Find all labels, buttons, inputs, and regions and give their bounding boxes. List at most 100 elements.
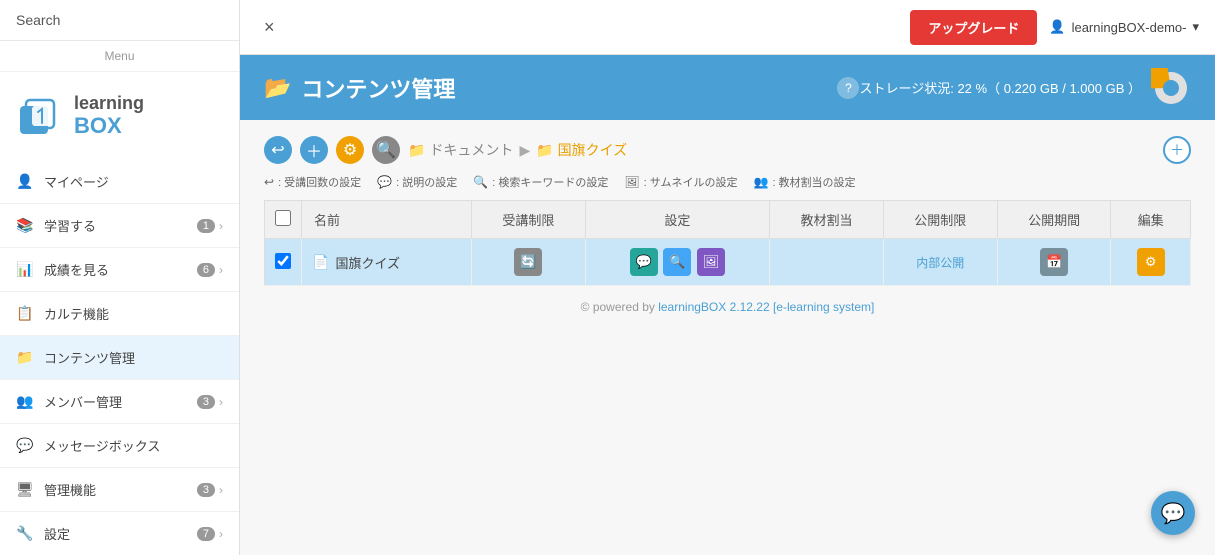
sidebar: Search Menu learning BOX 👤 マイページ 📚 学習する … [0,0,240,555]
sidebar-item-study[interactable]: 📚 学習する 1 › [0,204,239,248]
upgrade-button[interactable]: アップグレード [910,10,1037,45]
row-edit-cell: ⚙ [1111,239,1191,286]
search-button[interactable]: 🔍 [372,136,400,164]
logo-icon [16,92,64,140]
row-restriction-cell: 🔄 [471,239,585,286]
storage-chart [1151,68,1191,108]
help-icon[interactable]: ? [837,77,859,99]
assignment-col-header: 教材割当 [770,201,884,239]
sidebar-item-content[interactable]: 📁 コンテンツ管理 [0,336,239,380]
user-icon: 👤 [1049,19,1065,35]
add-circle-button[interactable]: ＋ [1163,136,1191,164]
gear-button[interactable]: ⚙ [336,136,364,164]
back-button[interactable]: ↩ [264,136,292,164]
chevron-right-icon: › [219,219,223,233]
sidebar-item-admin[interactable]: 🖥 管理機能 3 › [0,468,239,512]
keyword-icon: 🔍 [473,175,488,189]
period-button[interactable]: 📅 [1040,248,1068,276]
legend-enrollment-label: : 受講回数の設定 [278,174,361,190]
toolbar-right: ＋ [1163,136,1191,164]
checkbox-col-header [265,201,302,239]
description-setting-button[interactable]: 💬 [630,248,658,276]
select-all-checkbox[interactable] [275,210,291,226]
karute-icon: 📋 [16,305,36,322]
sidebar-menu-label: Menu [0,41,239,72]
nav-label-my-page: マイページ [44,172,223,191]
file-name: 📄 国旗クイズ [312,253,461,272]
assignment-icon: 👥 [753,175,768,189]
period-col-header: 公開期間 [997,201,1111,239]
add-button[interactable]: ＋ [300,136,328,164]
nav-label-members: メンバー管理 [44,392,197,411]
legend-assignment-label: : 教材割当の設定 [772,174,855,190]
sidebar-item-my-page[interactable]: 👤 マイページ [0,160,239,204]
public-restriction-col-header: 公開制限 [883,201,997,239]
nav-label-admin: 管理機能 [44,480,197,499]
chat-button[interactable]: 💬 [1151,491,1195,535]
user-info: 👤 learningBOX-demo- ▾ [1049,19,1199,35]
edit-col-header: 編集 [1111,201,1191,239]
keyword-setting-button[interactable]: 🔍 [663,248,691,276]
file-doc-icon: 📄 [312,254,329,271]
admin-badge: 3 [197,483,215,497]
toolbar: ↩ ＋ ⚙ 🔍 📁 ドキュメント ▶ 📁 国旗クイズ ＋ [264,136,1191,164]
content-area: ↩ ＋ ⚙ 🔍 📁 ドキュメント ▶ 📁 国旗クイズ ＋ [240,120,1215,555]
footer-text: © powered by [581,300,659,314]
sidebar-item-results[interactable]: 📊 成績を見る 6 › [0,248,239,292]
breadcrumb-current-label: 国旗クイズ [558,140,628,160]
sidebar-item-members[interactable]: 👥 メンバー管理 3 › [0,380,239,424]
nav-label-results: 成績を見る [44,260,197,279]
chevron-right-icon: › [219,395,223,409]
sidebar-nav: 👤 マイページ 📚 学習する 1 › 📊 成績を見る 6 › 📋 カルテ機能 📁… [0,160,239,555]
name-col-header: 名前 [302,201,472,239]
main-content: × アップグレード 👤 learningBOX-demo- ▾ 📂 コンテンツ管… [240,0,1215,555]
nav-label-content: コンテンツ管理 [44,348,223,367]
footer: © powered by learningBOX 2.12.22 [e-lear… [264,286,1191,328]
current-folder-icon: 📁 [536,142,553,159]
breadcrumb-current[interactable]: 📁 国旗クイズ [536,140,627,160]
sidebar-item-karute[interactable]: 📋 カルテ機能 [0,292,239,336]
thumbnail-icon: 🖼 [624,175,639,189]
restriction-col-header: 受講制限 [471,201,585,239]
sidebar-item-messages[interactable]: 💬 メッセージボックス [0,424,239,468]
folder-icon: 📁 [16,349,36,366]
edit-button[interactable]: ⚙ [1137,248,1165,276]
row-checkbox[interactable] [275,253,291,269]
table-header-row: 名前 受講制限 設定 教材割当 公開制限 公開期間 編集 [265,201,1191,239]
breadcrumb: 📁 ドキュメント ▶ 📁 国旗クイズ [408,140,627,160]
footer-link[interactable]: learningBOX 2.12.22 [e-learning system] [658,300,874,314]
folder-icon: 📁 [408,142,425,159]
study-badge: 1 [197,219,215,233]
close-button[interactable]: × [256,13,283,42]
nav-label-study: 学習する [44,216,197,235]
settings-col-header: 設定 [585,201,769,239]
nav-label-settings: 設定 [44,524,197,543]
members-badge: 3 [197,395,215,409]
file-name-label: 国旗クイズ [335,253,400,272]
description-icon: 💬 [377,175,392,189]
page-title: コンテンツ管理 [301,72,829,104]
storage-label: ストレージ状況: 22 %（ 0.220 GB / 1.000 GB ） [859,78,1141,97]
legend-bar: ↩ : 受講回数の設定 💬 : 説明の設定 🔍 : 検索キーワードの設定 🖼 :… [264,174,1191,190]
chevron-right-icon: › [219,263,223,277]
chart-icon: 📊 [16,261,36,278]
row-public-restriction-cell: 内部公開 [883,239,997,286]
message-icon: 💬 [16,437,36,454]
row-period-cell: 📅 [997,239,1111,286]
thumbnail-setting-button[interactable]: 🖼 [697,248,725,276]
row-settings-cell: 💬 🔍 🖼 [585,239,769,286]
sidebar-item-settings[interactable]: 🔧 設定 7 › [0,512,239,555]
chevron-right-icon: › [219,527,223,541]
legend-description-label: : 説明の設定 [396,174,457,190]
user-dropdown-icon[interactable]: ▾ [1192,19,1199,35]
restriction-button[interactable]: 🔄 [514,248,542,276]
breadcrumb-folder[interactable]: 📁 ドキュメント [408,140,513,160]
row-checkbox-cell [265,239,302,286]
page-header: 📂 コンテンツ管理 ? ストレージ状況: 22 %（ 0.220 GB / 1.… [240,55,1215,120]
user-name: learningBOX-demo- [1072,20,1187,35]
legend-assignment: 👥 : 教材割当の設定 [753,174,855,190]
enrollment-icon: ↩ [264,175,274,189]
legend-thumbnail-label: : サムネイルの設定 [644,174,738,190]
wrench-icon: 🔧 [16,525,36,542]
user-icon: 👤 [16,173,36,190]
